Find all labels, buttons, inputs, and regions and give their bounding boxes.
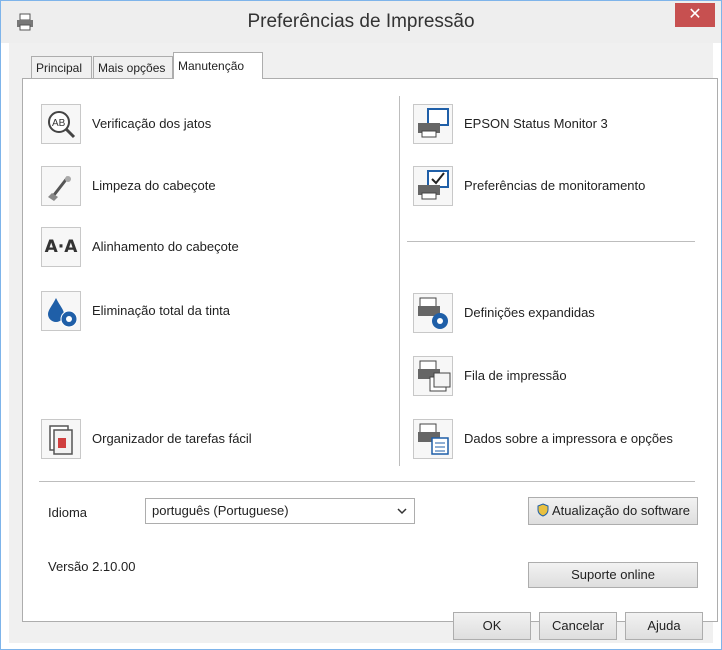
job-arranger-item[interactable]: Organizador de tarefas fácil [41,419,301,459]
language-label: Idioma [48,505,88,520]
nozzle-check-label: Verificação dos jatos [92,116,212,131]
status-monitor-label: EPSON Status Monitor 3 [464,116,608,131]
status-monitor-icon [413,104,453,144]
tab-principal[interactable]: Principal [31,56,92,78]
svg-text:AB: AB [52,118,66,129]
online-support-label: Suporte online [571,567,655,582]
language-select[interactable]: português (Portuguese) [145,498,415,524]
tab-label: Manutenção [178,59,245,73]
print-queue-icon [413,356,453,396]
extended-settings-label: Definições expandidas [464,305,595,320]
tab-label: Mais opções [98,61,166,75]
extended-settings-icon [413,293,453,333]
tab-mais-opcoes[interactable]: Mais opções [93,56,173,78]
ink-flush-label: Eliminação total da tinta [92,303,231,318]
ink-flush-item[interactable]: Eliminação total da tinta [41,291,301,331]
head-cleaning-label: Limpeza do cabeçote [92,178,216,193]
monitoring-preferences-label: Preferências de monitoramento [464,178,646,193]
head-alignment-icon: A·A [41,227,81,267]
printer-info-item[interactable]: Dados sobre a impressora e opções [413,419,703,459]
head-cleaning-item[interactable]: Limpeza do cabeçote [41,166,281,206]
print-queue-label: Fila de impressão [464,368,567,383]
bottom-divider [39,481,695,482]
print-queue-item[interactable]: Fila de impressão [413,356,683,396]
tab-manutencao[interactable]: Manutenção [173,52,263,79]
monitoring-preferences-icon [413,166,453,206]
tab-label: Principal [36,61,83,75]
close-icon: ✕ [688,6,702,23]
monitoring-preferences-item[interactable]: Preferências de monitoramento [413,166,683,206]
ok-label: OK [482,618,502,633]
head-alignment-item[interactable]: A·A Alinhamento do cabeçote [41,227,291,267]
printer-info-icon [413,419,453,459]
maintenance-panel [22,78,718,622]
ink-flush-icon [41,291,81,331]
print-preferences-window: Preferências de Impressão ✕ Principal Ma… [0,0,722,650]
job-arranger-label: Organizador de tarefas fácil [92,431,252,446]
ok-button[interactable]: OK [453,612,531,640]
nozzle-check-icon: AB [41,104,81,144]
right-divider [407,241,695,242]
help-label: Ajuda [647,618,681,633]
column-divider [399,96,400,466]
extended-settings-item[interactable]: Definições expandidas [413,293,683,333]
online-support-button[interactable]: Suporte online [528,562,698,588]
printer-info-label: Dados sobre a impressora e opções [464,431,673,446]
head-alignment-icon-text: A·A [44,237,78,257]
help-button[interactable]: Ajuda [625,612,703,640]
window-title: Preferências de Impressão [247,11,475,32]
close-button[interactable]: ✕ [675,3,715,27]
title-bar[interactable]: Preferências de Impressão ✕ [1,1,721,43]
software-update-button[interactable]: Atualização do software [528,497,698,525]
head-alignment-label: Alinhamento do cabeçote [92,239,239,254]
cancel-label: Cancelar [551,618,605,633]
version-text: Versão 2.10.00 [48,559,136,574]
cancel-button[interactable]: Cancelar [539,612,617,640]
job-arranger-icon [41,419,81,459]
shield-icon [537,503,549,517]
software-update-label: Atualização do software [551,503,691,518]
nozzle-check-item[interactable]: AB Verificação dos jatos [41,104,281,144]
language-select-value: português (Portuguese) [152,503,289,518]
chevron-down-icon [397,508,407,515]
head-cleaning-icon [41,166,81,206]
status-monitor-item[interactable]: EPSON Status Monitor 3 [413,104,673,144]
